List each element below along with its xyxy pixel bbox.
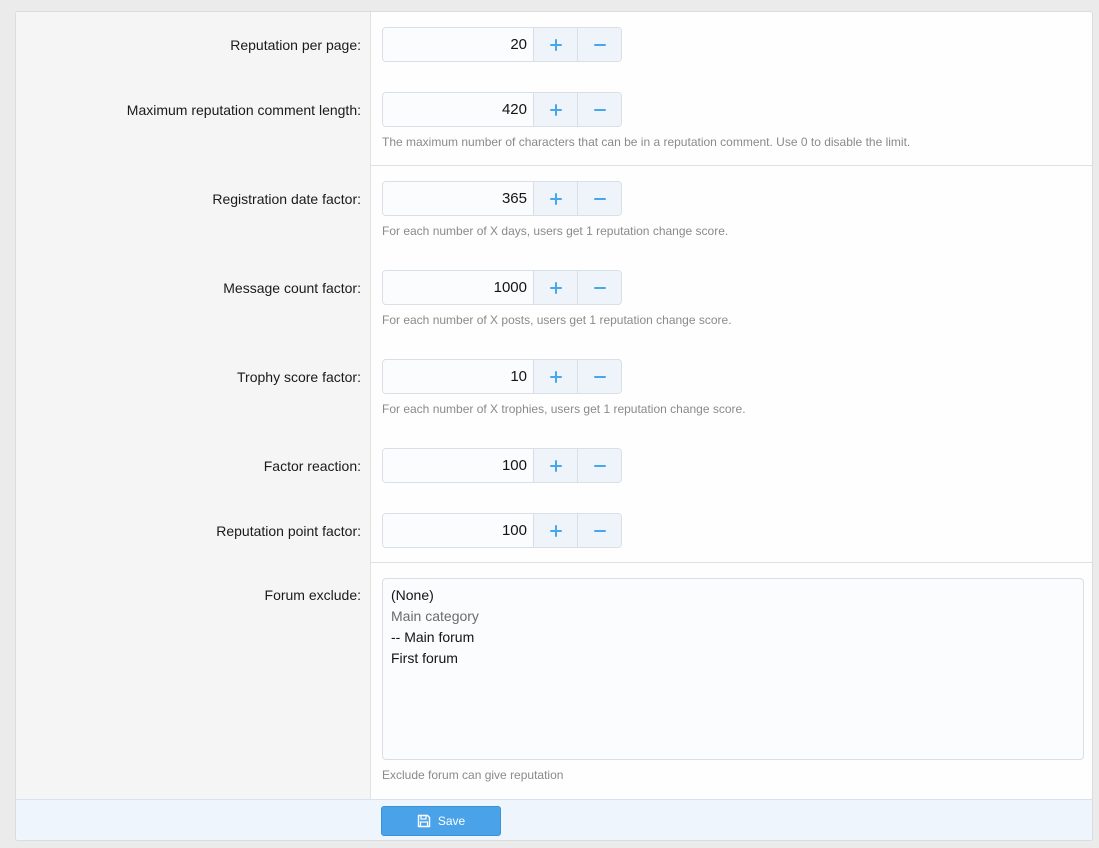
decrement-button[interactable] [577, 182, 621, 215]
reputation-per-page-input[interactable] [383, 28, 533, 61]
decrement-button[interactable] [577, 514, 621, 547]
plus-icon [549, 370, 562, 383]
label-column [16, 12, 371, 799]
field-label: Trophy score factor: [237, 369, 361, 385]
plus-icon [549, 103, 562, 116]
minus-icon [593, 375, 606, 378]
factor-reaction-stepper [382, 448, 622, 483]
field-label: Registration date factor: [212, 191, 361, 207]
minus-icon [593, 464, 606, 467]
decrement-button[interactable] [577, 449, 621, 482]
field-label: Reputation point factor: [216, 523, 361, 539]
list-option[interactable]: First forum [391, 648, 1075, 669]
minus-icon [593, 197, 606, 200]
list-option[interactable]: (None) [391, 585, 1075, 606]
minus-icon [593, 43, 606, 46]
plus-icon [549, 281, 562, 294]
forum-exclude-label: Forum exclude: [264, 587, 361, 603]
field-label: Maximum reputation comment length: [126, 102, 361, 118]
increment-button[interactable] [533, 360, 577, 393]
form-footer: Save [16, 799, 1092, 840]
trophy-score-factor-stepper [382, 359, 622, 394]
list-option-group: Main category [391, 608, 479, 624]
increment-button[interactable] [533, 182, 577, 215]
reputation-point-factor-stepper [382, 513, 622, 548]
increment-button[interactable] [533, 93, 577, 126]
decrement-button[interactable] [577, 93, 621, 126]
plus-icon [549, 524, 562, 537]
increment-button[interactable] [533, 514, 577, 547]
reputation-per-page-stepper [382, 27, 622, 62]
minus-icon [593, 108, 606, 111]
save-button[interactable]: Save [381, 806, 501, 836]
registration-date-factor-stepper [382, 181, 622, 216]
increment-button[interactable] [533, 271, 577, 304]
list-option[interactable]: -- Main forum [391, 627, 1075, 648]
section-divider [371, 165, 1092, 166]
forum-exclude-hint: Exclude forum can give reputation [382, 768, 564, 782]
max-comment-length-stepper [382, 92, 622, 127]
max-comment-length-input[interactable] [383, 93, 533, 126]
increment-button[interactable] [533, 28, 577, 61]
message-count-factor-input[interactable] [383, 271, 533, 304]
trophy-score-factor-input[interactable] [383, 360, 533, 393]
plus-icon [549, 192, 562, 205]
field-hint: The maximum number of characters that ca… [382, 135, 911, 149]
message-count-factor-stepper [382, 270, 622, 305]
field-label: Reputation per page: [230, 37, 361, 53]
forum-exclude-listbox[interactable]: (None) Main category -- Main forum First… [382, 578, 1084, 760]
save-button-label: Save [437, 814, 466, 828]
field-label: Factor reaction: [263, 458, 361, 474]
registration-date-factor-input[interactable] [383, 182, 533, 215]
field-hint: For each number of X posts, users get 1 … [382, 313, 732, 327]
field-label: Message count factor: [223, 280, 361, 296]
minus-icon [593, 529, 606, 532]
increment-button[interactable] [533, 449, 577, 482]
floppy-disk-icon [417, 814, 431, 828]
section-divider [371, 562, 1092, 563]
decrement-button[interactable] [577, 28, 621, 61]
field-hint: For each number of X trophies, users get… [382, 402, 746, 416]
decrement-button[interactable] [577, 271, 621, 304]
decrement-button[interactable] [577, 360, 621, 393]
plus-icon [549, 459, 562, 472]
plus-icon [549, 38, 562, 51]
settings-panel: Reputation per page: Maximum reputation … [15, 11, 1093, 841]
factor-reaction-input[interactable] [383, 449, 533, 482]
field-hint: For each number of X days, users get 1 r… [382, 224, 729, 238]
minus-icon [593, 286, 606, 289]
reputation-point-factor-input[interactable] [383, 514, 533, 547]
